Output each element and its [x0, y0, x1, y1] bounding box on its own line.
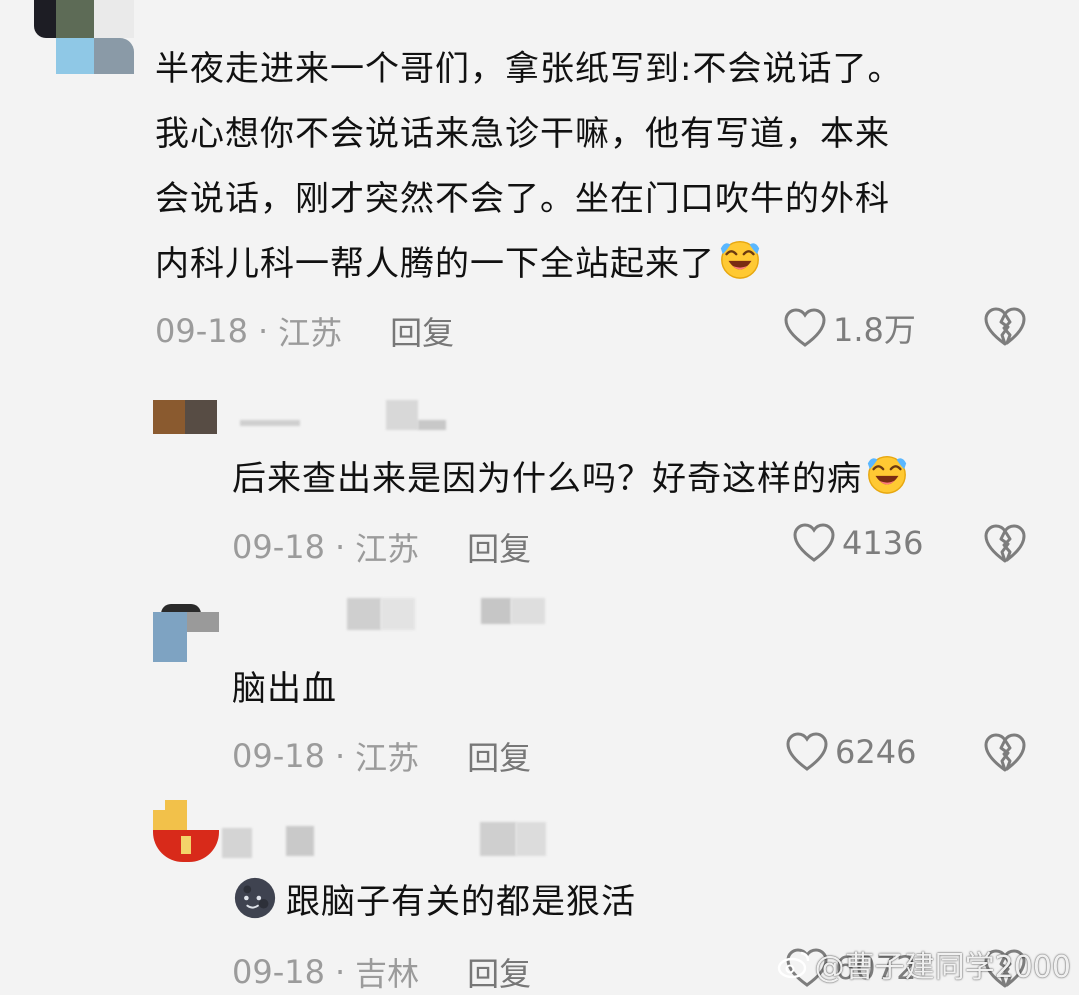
like-count: 1.8万: [833, 311, 916, 349]
heart-icon: [793, 523, 835, 562]
username[interactable]: [345, 598, 555, 632]
reply-button[interactable]: 回复: [467, 949, 531, 995]
comment-location: 江苏: [355, 739, 420, 777]
comment-line-text: 后来查出来是因为什么吗？好奇这样的病: [232, 459, 862, 499]
reply-button[interactable]: 回复: [467, 524, 531, 570]
comment-line: 我心想你不会说话来急诊干嘛，他有写道，本来: [155, 114, 890, 154]
username[interactable]: [222, 822, 552, 858]
weibo-logo-icon: [777, 951, 809, 979]
separator: ·: [334, 953, 346, 991]
comment-date: 09-18: [232, 953, 325, 991]
laughing-tears-icon: [720, 240, 760, 279]
heart-icon: [786, 732, 828, 771]
laughing-tears-icon: [867, 455, 907, 494]
heart-icon: [784, 308, 826, 347]
broken-heart-icon[interactable]: [983, 732, 1027, 774]
comment-location: 江苏: [355, 530, 420, 568]
comment-text: 脑出血: [232, 657, 832, 722]
separator: ·: [334, 528, 346, 566]
watermark: @曹子建同学2000: [777, 942, 1071, 986]
like-button[interactable]: 6246: [785, 731, 916, 773]
avatar[interactable]: [153, 800, 219, 862]
comment-date: 09-18: [232, 737, 325, 775]
avatar[interactable]: [153, 400, 217, 434]
like-count: 6246: [835, 733, 917, 771]
broken-heart-icon[interactable]: [983, 306, 1027, 348]
watermark-text: @曹子建同学2000: [814, 950, 1071, 985]
comment-location: 吉林: [355, 955, 420, 993]
comment-location: 江苏: [278, 314, 343, 352]
comment-line: 内科儿科一帮人腾的一下全站起来了: [155, 232, 1055, 297]
comment-meta: 09-18 · 吉林 回复: [232, 949, 531, 995]
broken-heart-icon[interactable]: [983, 523, 1027, 565]
comment-text: 跟脑子有关的都是狠活: [232, 870, 832, 935]
comment-line-text: 内科儿科一帮人腾的一下全站起来了: [155, 244, 715, 284]
comment-line-text: 脑出血: [232, 669, 337, 709]
like-count: 4136: [842, 524, 924, 562]
comment-meta: 09-18 · 江苏 回复: [232, 733, 531, 779]
avatar[interactable]: [34, 0, 134, 76]
reply-button[interactable]: 回复: [390, 308, 454, 354]
comment-text: 半夜走进来一个哥们，拿张纸写到:不会说话了。 我心想你不会说话来急诊干嘛，他有写…: [155, 37, 1055, 297]
like-button[interactable]: 1.8万: [783, 305, 916, 351]
new-moon-face-icon: [234, 877, 276, 919]
comment-line: 半夜走进来一个哥们，拿张纸写到:不会说话了。: [155, 49, 903, 89]
username[interactable]: [240, 400, 450, 434]
comment-text: 后来查出来是因为什么吗？好奇这样的病: [232, 447, 1052, 512]
comment-date: 09-18: [232, 528, 325, 566]
comment-line: 会说话，刚才突然不会了。坐在门口吹牛的外科: [155, 179, 890, 219]
comment-line-text: 跟脑子有关的都是狠活: [286, 882, 636, 922]
like-button[interactable]: 4136: [792, 522, 923, 564]
comment-date: 09-18: [155, 312, 248, 350]
reply-button[interactable]: 回复: [467, 733, 531, 779]
separator: ·: [257, 312, 269, 350]
separator: ·: [334, 737, 346, 775]
comment-meta: 09-18 · 江苏 回复: [155, 308, 454, 354]
avatar[interactable]: [153, 604, 219, 662]
comment-meta: 09-18 · 江苏 回复: [232, 524, 531, 570]
